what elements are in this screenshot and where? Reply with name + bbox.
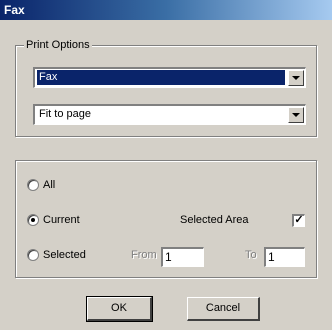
title-bar[interactable]: Fax [0, 0, 332, 20]
radio-all-label[interactable]: All [43, 178, 55, 192]
cancel-button[interactable]: Cancel [187, 297, 260, 321]
radio-selected-label[interactable]: Selected [43, 248, 86, 262]
radio-current[interactable] [27, 214, 39, 226]
ok-button-label: OK [111, 302, 127, 314]
radio-selected[interactable] [27, 249, 39, 261]
scaling-select[interactable]: Fit to page [33, 104, 306, 125]
radio-all[interactable] [27, 179, 39, 191]
radio-current-label[interactable]: Current [43, 213, 80, 227]
selected-area-label: Selected Area [180, 214, 249, 226]
to-input[interactable]: 1 [264, 247, 305, 267]
chevron-down-icon[interactable] [288, 107, 304, 123]
selected-area-checkbox[interactable]: ✓ [292, 214, 305, 227]
from-input[interactable]: 1 [161, 247, 204, 267]
scaling-select-value: Fit to page [39, 108, 91, 120]
printer-select[interactable]: Fax [33, 67, 306, 88]
to-label: To [245, 249, 257, 261]
printer-select-value: Fax [37, 70, 285, 85]
from-label: From [131, 249, 157, 261]
window-title: Fax [4, 3, 25, 17]
cancel-button-label: Cancel [205, 302, 241, 314]
ok-button[interactable]: OK [86, 296, 153, 322]
chevron-down-icon[interactable] [288, 70, 304, 86]
checkmark-icon: ✓ [294, 214, 304, 226]
print-options-legend: Print Options [24, 38, 92, 52]
